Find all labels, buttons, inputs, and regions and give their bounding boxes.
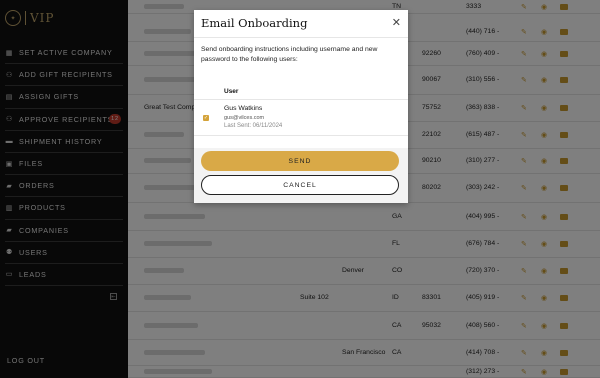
- email-onboarding-modal: Email Onboarding ✕ Send onboarding instr…: [194, 10, 408, 203]
- modal-header: Email Onboarding ✕: [194, 10, 408, 38]
- close-icon[interactable]: ✕: [392, 16, 401, 29]
- send-button[interactable]: SEND: [201, 151, 399, 171]
- user-column-header: User: [224, 88, 239, 95]
- modal-description: Send onboarding instructions including u…: [201, 46, 378, 63]
- cancel-button[interactable]: CANCEL: [201, 175, 399, 195]
- user-email: gus@vilces.com: [224, 115, 265, 121]
- modal-footer: SEND CANCEL: [194, 148, 408, 203]
- user-name: Gus Watkins: [224, 105, 263, 112]
- user-row: ✓ Gus Watkins gus@vilces.com Last Sent: …: [194, 100, 408, 136]
- modal-title: Email Onboarding: [201, 16, 308, 30]
- user-table-header: User: [194, 84, 408, 100]
- user-last-sent: Last Sent: 06/11/2024: [224, 123, 283, 129]
- user-checkbox[interactable]: ✓: [203, 115, 209, 121]
